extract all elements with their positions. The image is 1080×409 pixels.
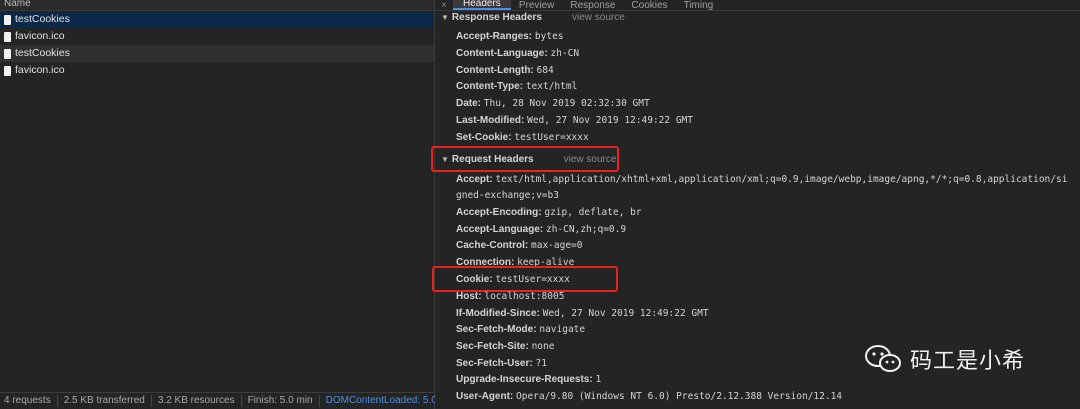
header-row: Set-Cookie: testUser=xxxx [456,132,589,143]
header-row: Accept-Encoding: gzip, deflate, br [456,207,642,218]
header-key: If-Modified-Since: [456,308,540,319]
response-headers-toggle[interactable]: ▼ Response Headers view source [441,12,625,23]
header-row: Accept-Ranges: bytes [456,31,564,42]
network-summary-bar: 4 requests 2.5 KB transferred 3.2 KB res… [0,392,437,409]
tab-response[interactable]: Response [562,1,623,11]
header-value: bytes [534,31,564,42]
transferred-size: 2.5 KB transferred [58,395,152,407]
header-row: Date: Thu, 28 Nov 2019 02:32:30 GMT [456,98,650,109]
header-key: Content-Language: [456,48,548,59]
header-key: Accept-Language: [456,224,544,235]
request-name: favicon.ico [15,64,65,76]
header-key: Host: [456,291,482,302]
header-row: Sec-Fetch-User: ?1 [456,358,547,369]
resources-size: 3.2 KB resources [152,395,242,407]
header-value: Thu, 28 Nov 2019 02:32:30 GMT [483,98,650,109]
tab-cookies[interactable]: Cookies [623,1,675,11]
request-row[interactable]: favicon.ico [0,62,434,79]
header-row: Cache-Control: max-age=0 [456,240,583,251]
request-row[interactable]: favicon.ico [0,28,434,45]
header-row: Host: localhost:8005 [456,291,564,302]
request-list-panel: Name testCookies favicon.ico testCookies… [0,0,437,409]
dom-content-loaded: DOMContentLoaded: 5.0 [325,395,437,406]
response-headers-title: Response Headers [451,12,542,23]
tab-headers[interactable]: Headers [453,0,511,10]
header-value: zh-CN [550,48,580,59]
request-name: testCookies [15,13,70,25]
header-key: Accept-Ranges: [456,31,533,42]
header-key: Sec-Fetch-Mode: [456,324,537,335]
header-value: testUser=xxxx [514,132,589,143]
header-row: Content-Length: 684 [456,65,554,76]
header-value: 1 [595,374,602,385]
tab-preview[interactable]: Preview [511,1,563,11]
header-key: Content-Length: [456,65,534,76]
document-icon [4,31,11,42]
header-key: Content-Type: [456,81,524,92]
triangle-down-icon: ▼ [441,13,449,22]
request-name: favicon.ico [15,30,65,42]
name-column-header[interactable]: Name [0,0,434,11]
header-row: Sec-Fetch-Mode: navigate [456,324,585,335]
header-key: Accept: [456,174,493,185]
header-value: 684 [536,65,554,76]
header-value-continued: gned-exchange;v=b3 [456,190,559,201]
header-value: text/html,application/xhtml+xml,applicat… [495,174,1068,185]
header-value: navigate [539,324,586,335]
request-count: 4 requests [0,395,58,407]
header-value: localhost:8005 [484,291,565,302]
header-key: Date: [456,98,482,109]
finish-time: Finish: 5.0 min [242,395,320,407]
header-row: Content-Type: text/html [456,81,577,92]
header-value: Wed, 27 Nov 2019 12:49:22 GMT [542,308,709,319]
header-key: Upgrade-Insecure-Requests: [456,374,593,385]
header-value: none [531,341,555,352]
header-row: If-Modified-Since: Wed, 27 Nov 2019 12:4… [456,308,709,319]
header-row: Upgrade-Insecure-Requests: 1 [456,374,601,385]
request-name: testCookies [15,47,70,59]
header-key: Accept-Encoding: [456,207,542,218]
header-key: User-Agent: [456,391,514,402]
response-view-source-link[interactable]: view source [572,12,625,23]
header-key: Sec-Fetch-User: [456,358,533,369]
header-value: Wed, 27 Nov 2019 12:49:22 GMT [527,115,693,126]
request-row[interactable]: testCookies [0,45,434,62]
header-value: gzip, deflate, br [544,207,642,218]
header-key: Last-Modified: [456,115,525,126]
document-icon [4,48,11,59]
header-row: Accept-Language: zh-CN,zh;q=0.9 [456,224,626,235]
tab-timing[interactable]: Timing [676,1,722,11]
watermark-text: 码工是小希 [910,349,1026,374]
header-value: Opera/9.80 (Windows NT 6.0) Presto/2.12.… [516,391,843,402]
document-icon [4,65,11,76]
header-row: User-Agent: Opera/9.80 (Windows NT 6.0) … [456,391,842,402]
header-key: Set-Cookie: [456,132,512,143]
header-value: text/html [525,81,578,92]
document-icon [4,14,11,25]
header-key: Sec-Fetch-Site: [456,341,529,352]
request-row[interactable]: testCookies [0,11,434,28]
close-icon[interactable]: × [435,1,453,11]
watermark: 码工是小希 [864,343,1025,375]
header-row: Content-Language: zh-CN [456,48,579,59]
header-row: Sec-Fetch-Site: none [456,341,554,352]
highlight-box-request-headers [431,146,619,172]
detail-tabs: × Headers Preview Response Cookies Timin… [435,0,1080,11]
wechat-icon [865,345,901,372]
header-row: Last-Modified: Wed, 27 Nov 2019 12:49:22… [456,115,693,126]
header-value: max-age=0 [531,240,583,251]
header-row: Accept: text/html,application/xhtml+xml,… [456,174,1067,185]
header-key: Cache-Control: [456,240,529,251]
header-value: ?1 [535,358,547,369]
highlight-box-cookie [432,266,618,292]
header-value: zh-CN,zh;q=0.9 [546,224,627,235]
